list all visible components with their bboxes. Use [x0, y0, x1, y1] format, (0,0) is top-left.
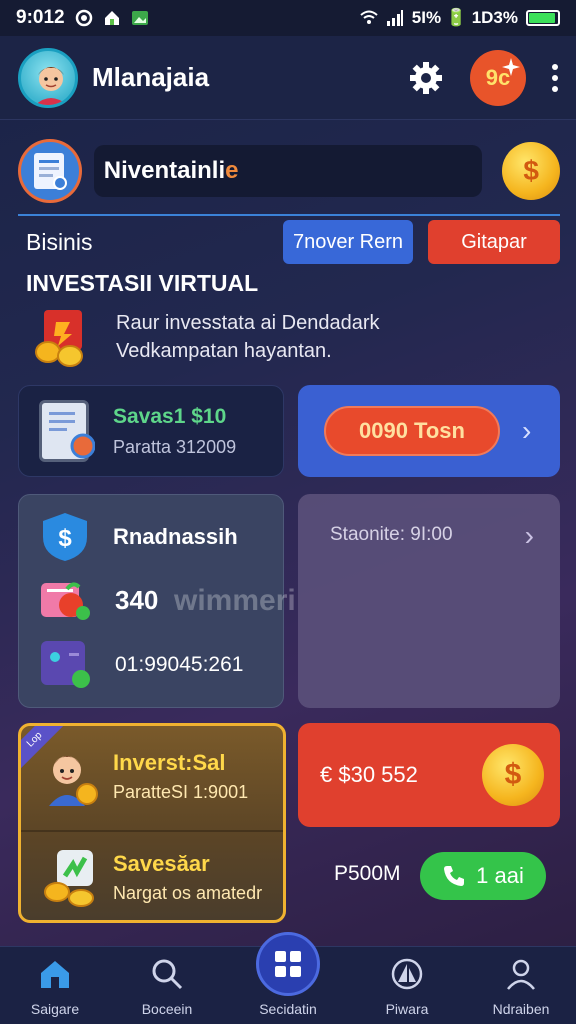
sparkle-icon — [502, 57, 520, 76]
battery-icon — [526, 10, 560, 26]
grid-center-button[interactable] — [256, 932, 320, 996]
phone-icon — [444, 866, 465, 886]
coin-icon: $ — [482, 744, 544, 806]
savings-card-title: Savesăar — [113, 850, 210, 876]
nav-item-sail[interactable]: Piwara — [352, 947, 462, 1024]
investment-desc-line2: Vedkampatan hayantan. — [116, 340, 332, 362]
battery-text: 5I% 🔋 1D3% — [411, 8, 518, 27]
nav-label-grid: Secidatin — [259, 1001, 317, 1017]
nav-label-profile: Ndraiben — [492, 1001, 550, 1017]
more-menu-button[interactable] — [552, 63, 558, 92]
investment-desc-line1: Raur invesstata ai Dendadark — [116, 312, 380, 334]
username-text: Niventainli — [103, 157, 226, 184]
nav-item-search[interactable]: Boceein — [112, 947, 222, 1024]
savings-title: Savas1 $10 — [113, 404, 227, 428]
section-label: Bisinis — [26, 228, 93, 255]
investment-description: Raur invesstata ai Dendadark Vedkampatan… — [26, 306, 546, 368]
home-icon — [41, 961, 69, 988]
status-time: 9:012 — [16, 7, 65, 28]
savings-card-sub: Nargat os amatedr — [113, 882, 263, 903]
coin-icon[interactable]: $ — [502, 142, 560, 200]
profile-row: Niventainli e $ — [18, 134, 560, 208]
status-text: Staonite: 9I:00 — [330, 524, 453, 545]
investment-title: INVESTASII VIRTUAL — [26, 270, 259, 296]
investor-avatar-icon — [49, 756, 98, 806]
blue-card[interactable]: 0090 Tosn › — [298, 385, 560, 477]
stats-row1: Rnadnassih — [113, 524, 238, 549]
shield-dollar-icon: $ — [43, 513, 87, 561]
status-card[interactable]: Staonite: 9I:00 › — [298, 494, 560, 708]
username-accent: e — [225, 157, 239, 184]
user-avatar-icon — [35, 66, 67, 105]
stats-row2: 340 — [115, 584, 159, 615]
wifi-icon — [360, 10, 378, 24]
avatar[interactable] — [18, 47, 78, 108]
balance-amount: € $30 552 — [320, 762, 418, 787]
card-divider — [21, 830, 283, 832]
savings-card[interactable]: Savas1 $10 Paratta 312009 — [18, 385, 284, 477]
user-icon — [507, 959, 535, 990]
search-icon — [152, 959, 183, 990]
home-status-icon — [104, 11, 119, 25]
chevron-right-icon[interactable]: › — [522, 415, 531, 447]
sail-icon — [391, 958, 423, 990]
investment-card-title: Inverst:Sal — [113, 749, 226, 775]
gear-icon[interactable] — [408, 60, 444, 96]
call-button[interactable]: 1 aai — [420, 852, 546, 900]
watermark: wimmeri — [174, 584, 296, 617]
amount-pill[interactable]: 0090 Tosn — [324, 406, 500, 456]
investment-icon — [26, 306, 98, 368]
username-field[interactable]: Niventainli e — [93, 145, 483, 197]
document-icon[interactable] — [18, 139, 82, 203]
investment-card[interactable]: Lop Inverst:Sal ParatteSI 1:9001 Savesăa… — [18, 723, 286, 923]
page-title: Mlanajaia — [92, 62, 210, 92]
tabs-row: Bisinis 7nover Rern Gitapar — [18, 218, 560, 266]
record-icon — [75, 9, 92, 27]
call-button-label: 1 aai — [476, 863, 524, 888]
nav-item-profile[interactable]: Ndraiben — [466, 947, 576, 1024]
chevron-right-icon[interactable]: › — [525, 520, 534, 552]
notification-badge[interactable]: 9c — [470, 49, 526, 106]
signal-icon — [386, 10, 403, 26]
tab-gitapar[interactable]: Gitapar — [428, 220, 560, 264]
money-icon — [44, 850, 94, 907]
investment-card-sub: ParatteSI 1:9001 — [113, 781, 249, 802]
nav-label-home: Saigare — [30, 1001, 80, 1017]
stats-row3: 01:99045:261 — [115, 653, 244, 676]
nav-item-home[interactable]: Saigare — [0, 947, 110, 1024]
status-bar: 9:012 5I% 🔋 1D3% — [0, 0, 576, 36]
shopping-icon — [41, 582, 90, 620]
gallery-icon — [131, 11, 148, 25]
balance-card[interactable]: € $30 552 $ — [298, 723, 560, 827]
section-divider — [18, 214, 560, 216]
app-header: Mlanajaia 9c — [0, 36, 576, 120]
coin-symbol: $ — [523, 155, 539, 186]
savings-subtitle: Paratta 312009 — [113, 436, 237, 457]
svg-text:$: $ — [58, 525, 72, 552]
coin-symbol: $ — [504, 758, 522, 791]
tablet-icon — [39, 400, 95, 462]
nav-label-sail: Piwara — [385, 1001, 429, 1017]
device-icon — [41, 641, 90, 688]
grid-icon — [275, 951, 301, 977]
call-label: P500M — [334, 862, 401, 885]
nav-label-search: Boceein — [141, 1001, 193, 1017]
tab-turnover[interactable]: 7nover Rern — [283, 220, 413, 264]
